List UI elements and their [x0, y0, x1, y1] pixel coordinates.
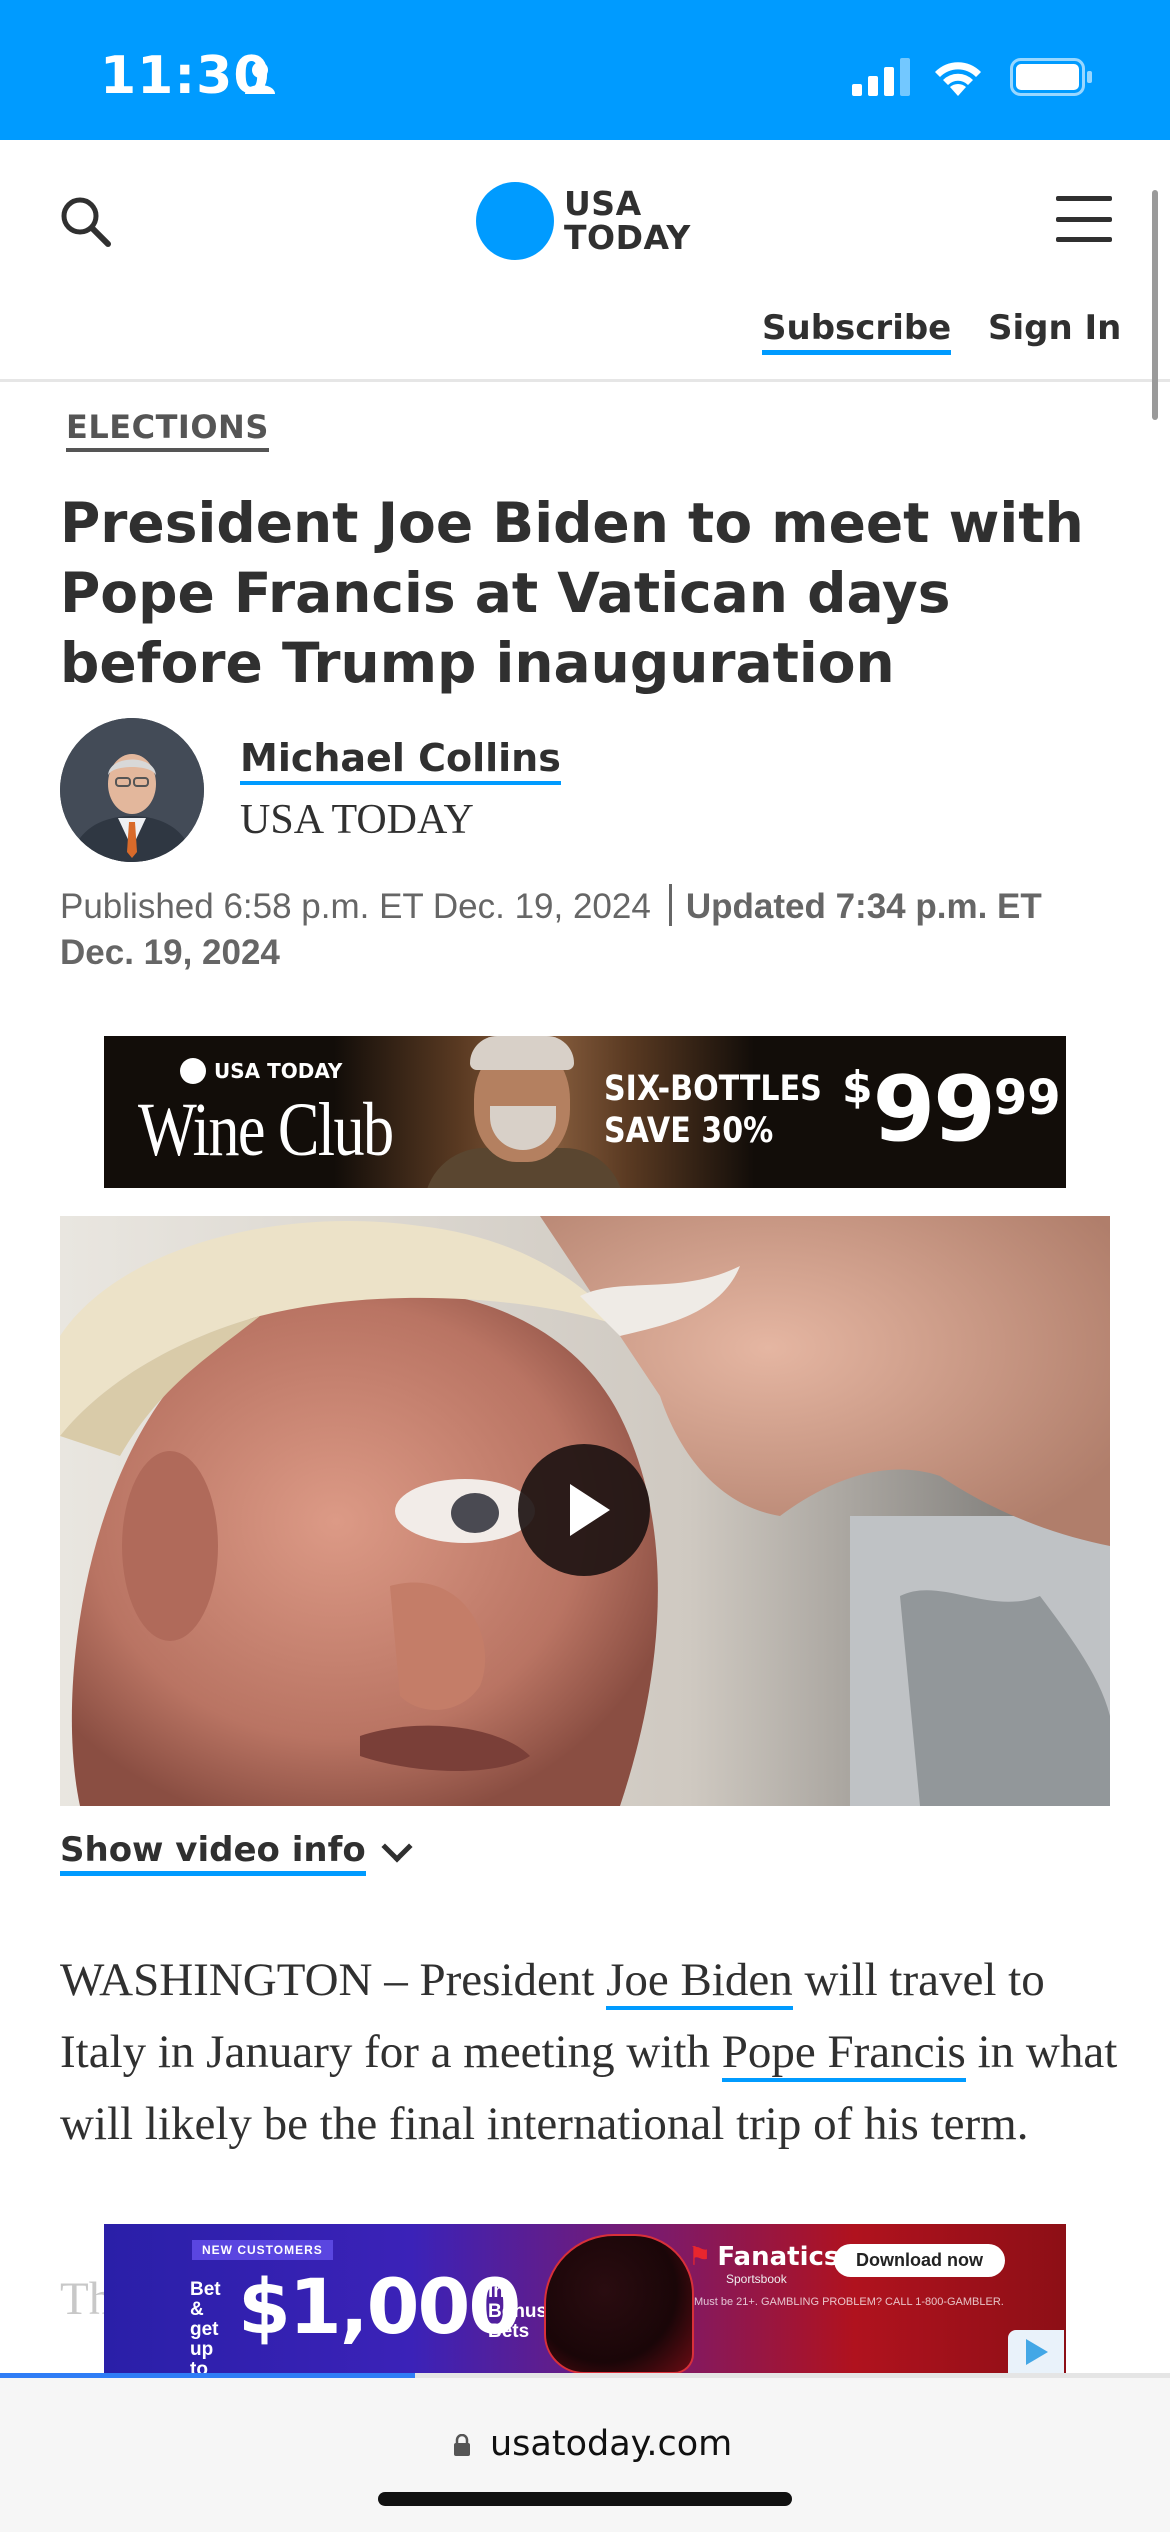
person-icon	[245, 62, 275, 94]
fanatics-sportsbook-ad[interactable]: NEW CUSTOMERS Bet & get up to $1,000 in …	[104, 2224, 1066, 2374]
show-video-info-toggle[interactable]: Show video info	[60, 1830, 413, 1876]
joe-biden-link[interactable]: Joe Biden	[606, 1954, 793, 2010]
sign-in-link[interactable]: Sign In	[988, 308, 1121, 348]
scrollbar[interactable]	[1152, 190, 1158, 420]
paragraph-text-1: WASHINGTON – President	[60, 1954, 607, 2006]
wifi-icon	[935, 62, 981, 96]
ad-person-hair	[470, 1036, 574, 1070]
wine-ad-title: Wine Club	[138, 1088, 394, 1172]
football-helmet-image	[544, 2234, 694, 2374]
logo-dot	[476, 182, 554, 260]
status-bar: 11:30	[0, 0, 1170, 140]
fanatics-flag-icon: ⚑	[688, 2242, 712, 2272]
download-now-button[interactable]: Download now	[834, 2244, 1005, 2277]
dateline-divider	[668, 884, 672, 926]
ad-choices-icon[interactable]	[1008, 2330, 1064, 2374]
wine-ad-price-cents: 99	[993, 1070, 1061, 1126]
pope-francis-link[interactable]: Pope Francis	[721, 2026, 966, 2082]
fanatics-ad-amount: $1,000	[238, 2262, 521, 2351]
fanatics-logo-text: Fanatics	[717, 2242, 840, 2272]
wine-ad-offer-line2: SAVE 30%	[604, 1111, 774, 1151]
article-dateline: Published 6:58 p.m. ET Dec. 19, 2024 Upda…	[60, 884, 1120, 976]
wine-ad-brand-text: USA TODAY	[214, 1059, 343, 1083]
fanatics-ad-fine-print: Must be 21+. GAMBLING PROBLEM? CALL 1-80…	[694, 2296, 1004, 2308]
hamburger-menu-icon[interactable]	[1056, 196, 1112, 242]
wine-ad-brand: USA TODAY	[180, 1058, 342, 1084]
wine-ad-price-symbol: $	[842, 1062, 873, 1113]
author-organization: USA TODAY	[240, 797, 474, 843]
logo-text-line1: USA	[564, 184, 642, 223]
section-kicker-link[interactable]: ELECTIONS	[66, 408, 269, 452]
wine-ad-price: $9999	[842, 1060, 1061, 1160]
show-video-info-label: Show video info	[60, 1830, 366, 1876]
author-avatar[interactable]	[60, 718, 204, 862]
address-bar[interactable]: usatoday.com	[0, 2378, 1170, 2532]
fanatics-ad-bonus-text: in Bonus Bets	[488, 2281, 548, 2342]
search-icon[interactable]	[56, 192, 116, 252]
fanatics-ad-tag: NEW CUSTOMERS	[192, 2240, 333, 2260]
fanatics-logo-sub: Sportsbook	[726, 2272, 787, 2286]
published-time: Published 6:58 p.m. ET Dec. 19, 2024	[60, 887, 651, 926]
chevron-down-icon	[381, 1831, 413, 1863]
fanatics-ad-bet-text: Bet & get up to	[190, 2279, 221, 2375]
fanatics-logo: ⚑ Fanatics	[688, 2242, 839, 2272]
video-player[interactable]	[60, 1216, 1110, 1806]
signal-icon	[852, 58, 910, 96]
home-indicator[interactable]	[378, 2492, 792, 2506]
author-photo	[60, 718, 204, 862]
lock-icon	[454, 2434, 470, 2456]
wine-club-ad[interactable]: USA TODAY Wine Club SIX-BOTTLES SAVE 30%…	[104, 1036, 1066, 1188]
subscribe-link[interactable]: Subscribe	[762, 308, 952, 355]
wine-ad-offer: SIX-BOTTLES SAVE 30%	[604, 1068, 822, 1152]
author-name-link[interactable]: Michael Collins	[240, 736, 561, 785]
wine-ad-offer-line1: SIX-BOTTLES	[604, 1069, 822, 1109]
article-headline: President Joe Biden to meet with Pope Fr…	[60, 491, 1084, 695]
wine-ad-price-whole: 99	[872, 1057, 996, 1162]
logo-text: USA TODAY	[564, 187, 691, 255]
site-header: USA TODAY Subscribe Sign In	[0, 140, 1170, 382]
battery-icon	[1010, 58, 1092, 96]
usa-today-logo[interactable]: USA TODAY	[476, 182, 691, 260]
wine-ad-logo-dot	[180, 1058, 206, 1084]
play-icon[interactable]	[518, 1444, 650, 1576]
article-paragraph: WASHINGTON – President Joe Biden will tr…	[60, 1944, 1120, 2160]
logo-text-line2: TODAY	[564, 218, 691, 257]
url-text[interactable]: usatoday.com	[490, 2424, 732, 2464]
